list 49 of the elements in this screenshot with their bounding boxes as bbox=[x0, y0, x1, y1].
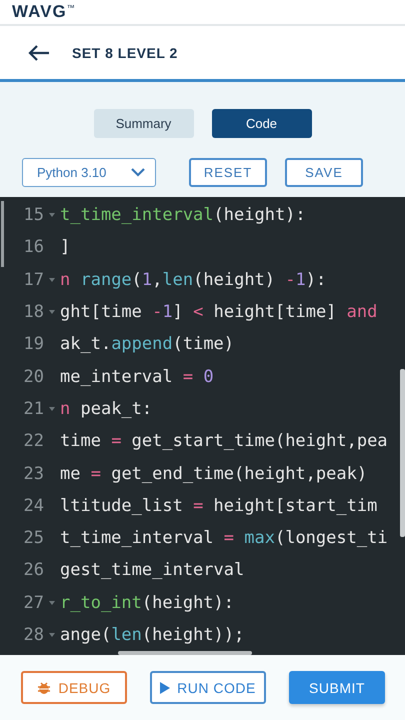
line-number: 16 bbox=[22, 237, 44, 258]
code-line: n range(1,len(height) -1): bbox=[60, 270, 326, 290]
line-number: 27 bbox=[22, 592, 44, 613]
toolbar-button[interactable]: SAVE bbox=[285, 158, 363, 187]
toolbar-button[interactable]: RESET bbox=[189, 158, 267, 187]
chevron-down-icon bbox=[131, 168, 145, 177]
action-button[interactable]: RUN CODE bbox=[150, 671, 266, 704]
line-number: 18 bbox=[22, 302, 44, 322]
language-dropdown[interactable]: Python 3.10 bbox=[22, 158, 156, 187]
fold-caret-icon[interactable] bbox=[49, 633, 55, 637]
line-number: 26 bbox=[22, 560, 44, 580]
code-line: ght[time -1] < height[time] and bbox=[60, 302, 378, 322]
line-number: 22 bbox=[22, 431, 44, 452]
brand-logo: WAVG$^{™}$ bbox=[12, 2, 76, 22]
code-line: n peak_t: bbox=[60, 398, 152, 419]
code-line: t_time_interval(height): bbox=[60, 205, 306, 226]
code-line: gest_time_interval bbox=[60, 560, 244, 580]
play-icon bbox=[160, 682, 170, 694]
action-button[interactable]: DEBUG bbox=[21, 671, 127, 704]
back-arrow-icon[interactable] bbox=[28, 44, 50, 60]
code-line: time = get_start_time(height,pea bbox=[60, 431, 388, 452]
line-number: 28 bbox=[22, 625, 44, 645]
code-line: r_to_int(height): bbox=[60, 592, 234, 613]
view-tab[interactable]: Summary bbox=[94, 109, 194, 138]
view-tab[interactable]: Code bbox=[212, 109, 312, 138]
line-number: 15 bbox=[22, 205, 44, 226]
fold-caret-icon[interactable] bbox=[49, 213, 55, 218]
fold-caret-icon[interactable] bbox=[49, 600, 55, 605]
line-number: 19 bbox=[22, 334, 44, 354]
code-line: ] bbox=[60, 237, 70, 258]
code-line: me = get_end_time(height,peak) bbox=[60, 464, 368, 484]
code-line: me_interval = 0 bbox=[60, 366, 214, 387]
line-number: 23 bbox=[22, 464, 44, 484]
line-number: 20 bbox=[22, 366, 44, 387]
line-number: 24 bbox=[22, 496, 44, 516]
code-line: ltitude_list = height[start_tim bbox=[60, 496, 378, 516]
line-number: 25 bbox=[22, 528, 44, 548]
code-editor[interactable] bbox=[0, 197, 405, 655]
fold-caret-icon[interactable] bbox=[49, 406, 55, 411]
action-button[interactable]: SUBMIT bbox=[289, 671, 385, 704]
line-number: 17 bbox=[22, 270, 44, 290]
code-line: ak_t.append(time) bbox=[60, 334, 234, 354]
code-line: t_time_interval = max(longest_ti bbox=[60, 528, 388, 548]
page-title: SET 8 LEVEL 2 bbox=[72, 44, 178, 60]
code-line: ange(len(height)); bbox=[60, 625, 244, 645]
bug-icon bbox=[37, 680, 52, 694]
fold-caret-icon[interactable] bbox=[49, 310, 55, 314]
fold-caret-icon[interactable] bbox=[49, 278, 55, 282]
line-number: 21 bbox=[22, 398, 44, 419]
